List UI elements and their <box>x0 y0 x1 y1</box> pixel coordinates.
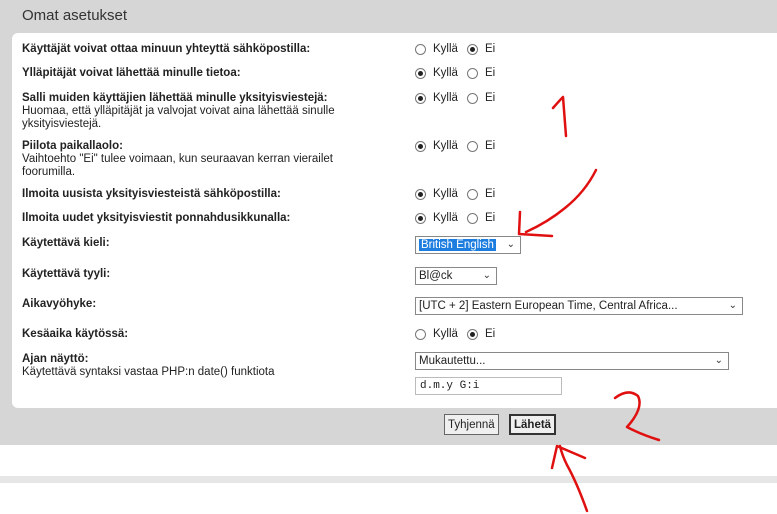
date-format-input[interactable]: d.m.y G:i <box>415 377 562 395</box>
language-label: Käytettävä kieli: <box>22 237 110 249</box>
radio-group-notify-pm-popup: Kyllä Ei <box>415 210 504 226</box>
radio-no[interactable] <box>466 43 478 55</box>
chevron-down-icon: ⌄ <box>728 300 737 311</box>
style-label: Käytettävä tyyli: <box>22 268 111 280</box>
radio-no[interactable] <box>466 212 478 224</box>
date-format-label: Ajan näyttö: Käytettävä syntaksi vastaa … <box>22 353 275 378</box>
style-select[interactable]: Bl@ck ⌄ <box>415 267 497 285</box>
chevron-down-icon: ⌄ <box>506 239 515 250</box>
radio-no[interactable] <box>466 188 478 200</box>
panel-title: Omat asetukset <box>22 7 128 24</box>
radio-no[interactable] <box>466 140 478 152</box>
radio-group-email-contact: Kyllä Ei <box>415 41 504 57</box>
setting-label-admin-email: Ylläpitäjät voivat lähettää minulle tiet… <box>22 67 241 79</box>
radio-no[interactable] <box>466 328 478 340</box>
language-select[interactable]: British English ⌄ <box>415 236 521 254</box>
radio-no[interactable] <box>466 92 478 104</box>
radio-yes[interactable] <box>415 140 426 152</box>
radio-group-notify-pm-email: Kyllä Ei <box>415 186 504 202</box>
radio-yes[interactable] <box>415 43 426 55</box>
radio-yes[interactable] <box>415 67 426 79</box>
submit-button[interactable]: Lähetä <box>509 414 557 435</box>
radio-group-dst: Kyllä Ei <box>415 326 504 342</box>
radio-yes[interactable] <box>415 188 426 200</box>
reset-button[interactable]: Tyhjennä <box>444 414 499 435</box>
setting-label-email-contact: Käyttäjät voivat ottaa minuun yhteyttä s… <box>22 43 311 55</box>
chevron-down-icon: ⌄ <box>714 355 723 366</box>
chevron-down-icon: ⌄ <box>482 270 491 281</box>
radio-yes[interactable] <box>415 92 426 104</box>
setting-label-notify-pm-popup: Ilmoita uudet yksityisviestit ponnahdusi… <box>22 212 291 224</box>
radio-no[interactable] <box>466 67 478 79</box>
setting-label-allow-pm: Salli muiden käyttäjien lähettää minulle… <box>22 92 335 130</box>
radio-group-admin-email: Kyllä Ei <box>415 65 504 81</box>
radio-group-allow-pm: Kyllä Ei <box>415 90 504 106</box>
radio-group-hide-online: Kyllä Ei <box>415 138 504 154</box>
radio-yes[interactable] <box>415 328 426 340</box>
setting-label-hide-online: Piilota paikallaolo: Vaihtoehto "Ei" tul… <box>22 140 333 178</box>
date-format-select[interactable]: Mukautettu... ⌄ <box>415 352 729 370</box>
setting-label-notify-pm-email: Ilmoita uusista yksityisviesteistä sähkö… <box>22 188 281 200</box>
annotation-arrowhead-submit <box>550 444 587 470</box>
timezone-label: Aikavyöhyke: <box>22 298 97 310</box>
radio-yes[interactable] <box>415 212 426 224</box>
footer-bar <box>0 476 777 483</box>
timezone-select[interactable]: [UTC + 2] Eastern European Time, Central… <box>415 297 743 315</box>
dst-label: Kesäaika käytössä: <box>22 328 129 340</box>
